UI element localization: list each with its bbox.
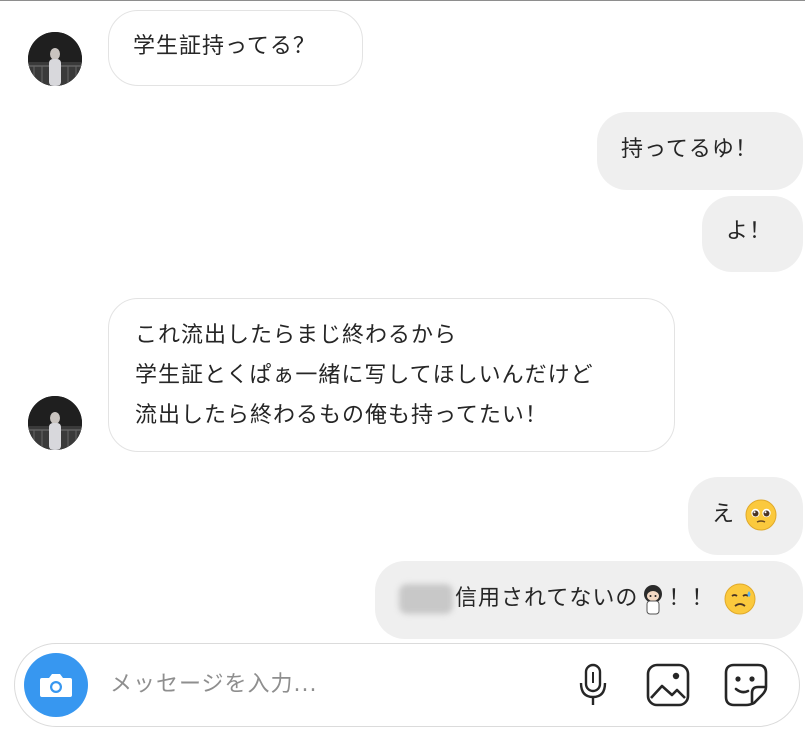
message-bubble-outgoing[interactable]: え [688, 477, 803, 555]
message-line: これ流出したらまじ終わるから [135, 323, 458, 348]
pleading-face-icon [745, 499, 777, 531]
blurred-name-redaction [399, 584, 453, 614]
message-bubble-outgoing[interactable]: 持ってるゆ！ [597, 112, 803, 190]
message-line: 学生証とくぱぁ一緒に写してほしいんだけど [135, 363, 594, 388]
image-icon [646, 663, 690, 707]
message-input[interactable]: メッセージを入力... [110, 666, 318, 698]
message-bubble-outgoing[interactable]: 信用されてないの ！！ [375, 561, 803, 639]
sender-avatar[interactable] [28, 396, 82, 450]
message-text: よ！ [726, 219, 773, 244]
voice-message-button[interactable] [568, 660, 618, 710]
sticker-button[interactable] [721, 660, 771, 710]
sender-avatar[interactable] [28, 32, 82, 86]
avatar-photo-icon [28, 32, 82, 86]
message-bubble-incoming[interactable]: 学生証持ってる？ [108, 10, 363, 86]
message-bubble-outgoing[interactable]: よ！ [702, 196, 803, 272]
message-text: 持ってるゆ！ [621, 137, 758, 162]
message-text: 信用されてないの [455, 586, 639, 611]
message-text-tail: ！！ [668, 586, 715, 611]
message-bubble-incoming[interactable]: これ流出したらまじ終わるから 学生証とくぱぁ一緒に写してほしいんだけど 流出した… [108, 298, 675, 452]
camera-button[interactable] [24, 653, 88, 717]
message-composer: メッセージを入力... [14, 643, 800, 727]
message-line: 流出したら終わるもの俺も持ってたい！ [135, 403, 548, 428]
camera-icon [40, 674, 72, 697]
gallery-button[interactable] [643, 660, 693, 710]
message-thread[interactable]: 学生証持ってる？ 持ってるゆ！ よ！ これ流出したらまじ終わるから 学生証とくぱ… [0, 0, 805, 640]
message-text: え [712, 502, 736, 527]
character-sticker-icon [644, 585, 663, 615]
microphone-icon [579, 663, 607, 705]
sad-relieved-face-icon [724, 583, 756, 615]
sticker-icon [724, 663, 768, 707]
message-text: 学生証持ってる？ [133, 34, 316, 59]
avatar-photo-icon [28, 396, 82, 450]
